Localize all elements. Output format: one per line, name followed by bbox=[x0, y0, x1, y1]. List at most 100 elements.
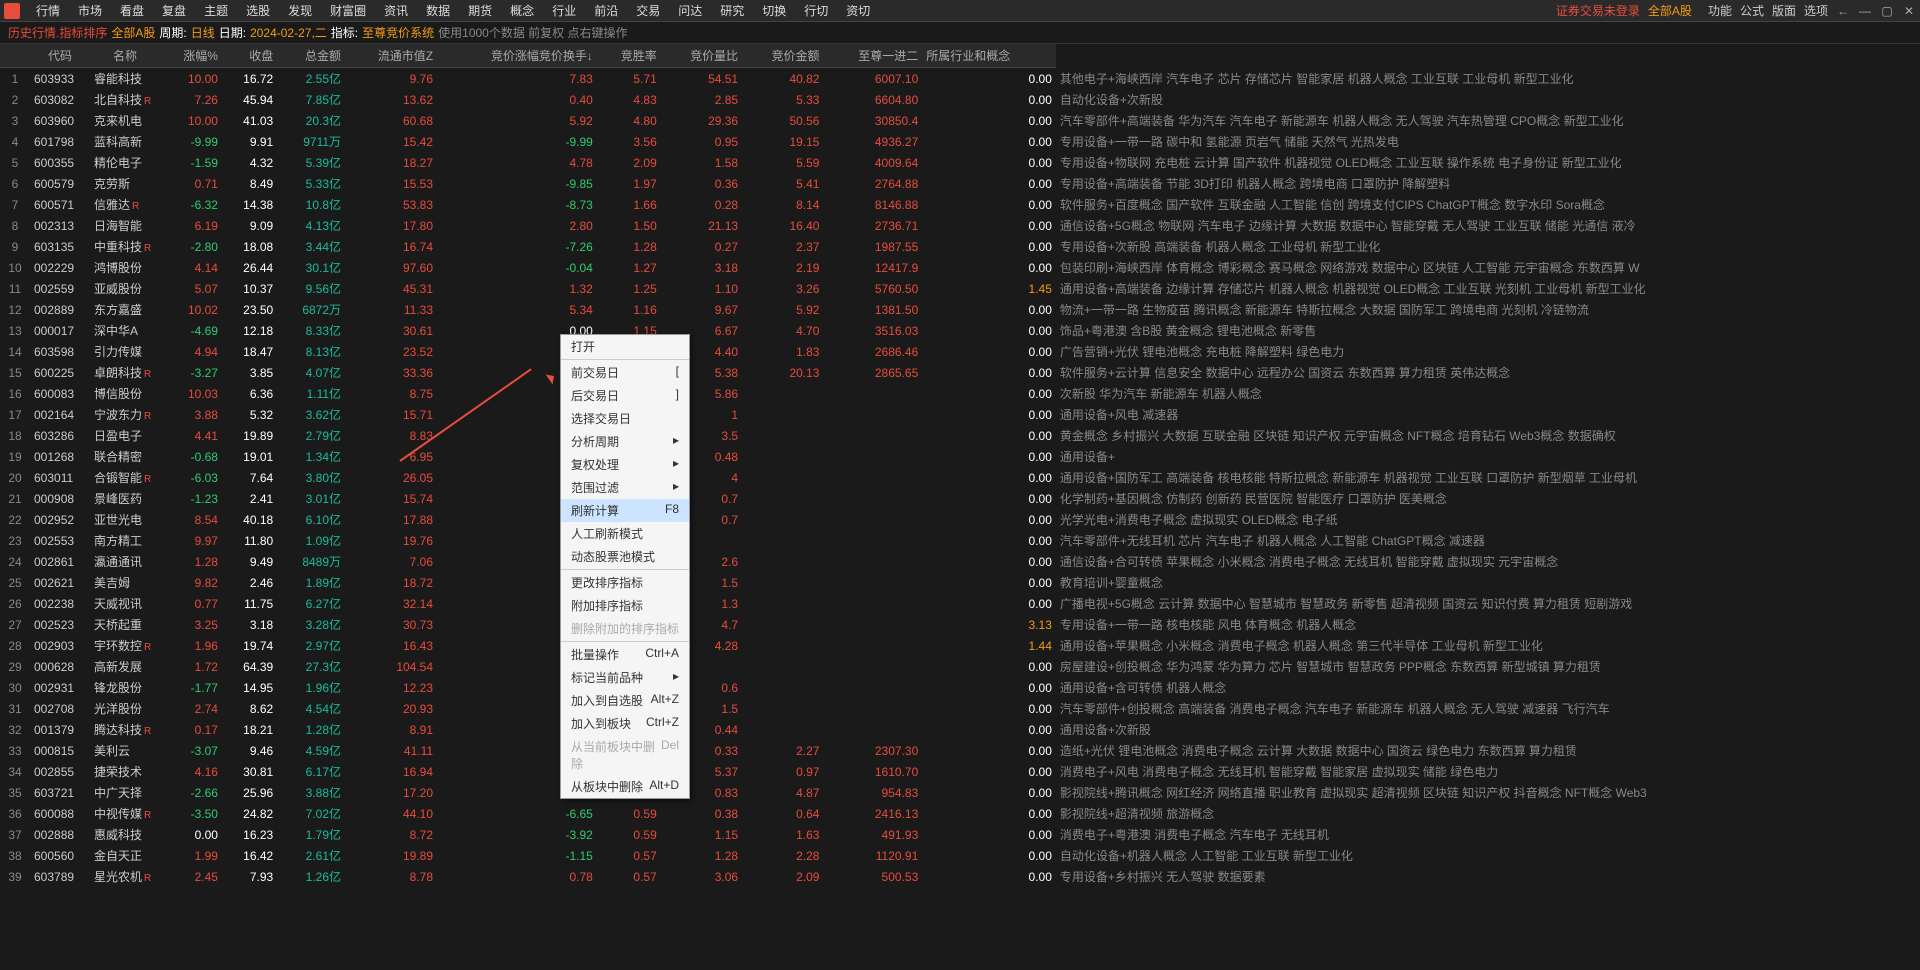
menu-行切[interactable]: 行切 bbox=[796, 0, 836, 21]
col-header[interactable]: 竞价量比 bbox=[661, 44, 742, 68]
tool-版面[interactable]: 版面 bbox=[1772, 4, 1796, 18]
col-header[interactable]: 所属行业和概念 bbox=[922, 44, 1056, 68]
menu-资讯[interactable]: 资讯 bbox=[376, 0, 416, 21]
table-row[interactable]: 23002553南方精工9.9711.801.09亿19.766.150.760… bbox=[0, 530, 1920, 551]
ctx-fav[interactable]: 加入到自选股Alt+Z bbox=[561, 689, 689, 712]
ctx-next-day[interactable]: 后交易日] bbox=[561, 384, 689, 407]
menu-资切[interactable]: 资切 bbox=[838, 0, 878, 21]
menu-前沿[interactable]: 前沿 bbox=[586, 0, 626, 21]
table-row[interactable]: 22002952亚世光电8.5440.186.10亿17.88-2.190.78… bbox=[0, 509, 1920, 530]
table-row[interactable]: 37002888惠威科技0.0016.231.79亿8.72-3.920.591… bbox=[0, 824, 1920, 845]
table-row[interactable]: 3603960克来机电10.0041.0320.3亿60.685.924.802… bbox=[0, 110, 1920, 131]
menu-切换[interactable]: 切换 bbox=[754, 0, 794, 21]
col-header[interactable]: 竞胜率 bbox=[597, 44, 661, 68]
table-row[interactable]: 29000628高新发展1.7264.3927.3亿104.54-2.840.6… bbox=[0, 656, 1920, 677]
table-row[interactable]: 7600571信雅达R-6.3214.3810.8亿53.83-8.731.66… bbox=[0, 194, 1920, 215]
col-header[interactable] bbox=[0, 44, 30, 68]
menu-数据[interactable]: 数据 bbox=[418, 0, 458, 21]
menu-期货[interactable]: 期货 bbox=[460, 0, 500, 21]
ctx-block[interactable]: 加入到板块Ctrl+Z bbox=[561, 712, 689, 735]
back-icon[interactable]: ← bbox=[1836, 4, 1850, 18]
menu-市场[interactable]: 市场 bbox=[70, 0, 110, 21]
menu-问达[interactable]: 问达 bbox=[670, 0, 710, 21]
close-icon[interactable]: ✕ bbox=[1902, 4, 1916, 18]
table-row[interactable]: 33000815美利云-3.079.464.59亿41.11-6.150.600… bbox=[0, 740, 1920, 761]
menu-发现[interactable]: 发现 bbox=[280, 0, 320, 21]
ctx-refresh[interactable]: 刷新计算F8 bbox=[561, 499, 689, 522]
minimize-icon[interactable]: — bbox=[1858, 4, 1872, 18]
info-bar: 历史行情.指标排序 全部A股 周期:日线 日期:2024-02-27,二 指标:… bbox=[0, 22, 1920, 44]
ctx-pool-mode[interactable]: 动态股票池模式 bbox=[561, 545, 689, 568]
menu-选股[interactable]: 选股 bbox=[238, 0, 278, 21]
table-row[interactable]: 39603789星光农机R2.457.931.26亿8.780.780.573.… bbox=[0, 866, 1920, 887]
menu-行情[interactable]: 行情 bbox=[28, 0, 68, 21]
table-row[interactable]: 28002903宇环数控R1.9619.742.97亿16.432.010.65… bbox=[0, 635, 1920, 656]
table-row[interactable]: 2603082北自科技R7.2645.947.85亿13.620.404.832… bbox=[0, 89, 1920, 110]
menu-主题[interactable]: 主题 bbox=[196, 0, 236, 21]
table-row[interactable]: 4601798蓝科高新-9.999.919711万15.42-9.993.560… bbox=[0, 131, 1920, 152]
table-row[interactable]: 24002861瀛通通讯1.289.498489万7.06-1.490.742.… bbox=[0, 551, 1920, 572]
table-row[interactable]: 38600560金自天正1.9916.422.61亿19.89-1.150.57… bbox=[0, 845, 1920, 866]
table-row[interactable]: 21000908景峰医药-1.232.413.01亿15.744.920.840… bbox=[0, 488, 1920, 509]
menu-财富圈[interactable]: 财富圈 bbox=[322, 0, 374, 21]
table-row[interactable]: 31002708光洋股份2.748.624.54亿20.93-4.650.601… bbox=[0, 698, 1920, 719]
table-row[interactable]: 30002931锋龙股份-1.7714.951.96亿12.23-4.730.6… bbox=[0, 677, 1920, 698]
ctx-change-index[interactable]: 更改排序指标 bbox=[561, 571, 689, 594]
table-row[interactable]: 6600579克劳斯0.718.495.33亿15.53-9.851.970.3… bbox=[0, 173, 1920, 194]
col-header[interactable]: 至尊一进二 bbox=[823, 44, 922, 68]
menu-概念[interactable]: 概念 bbox=[502, 0, 542, 21]
col-header[interactable]: 竞价涨幅竞价换手↓ bbox=[437, 44, 597, 68]
table-row[interactable]: 15600225卓朗科技R-3.273.854.07亿33.365.281.10… bbox=[0, 362, 1920, 383]
ctx-add-index[interactable]: 附加排序指标 bbox=[561, 594, 689, 617]
menu-行业[interactable]: 行业 bbox=[544, 0, 584, 21]
table-row[interactable]: 8002313日海智能6.199.094.13亿17.802.801.5021.… bbox=[0, 215, 1920, 236]
table-row[interactable]: 32001379腾达科技R0.1718.211.28亿8.91-1.100.60… bbox=[0, 719, 1920, 740]
ctx-adjust[interactable]: 复权处理▸ bbox=[561, 453, 689, 476]
menu-交易[interactable]: 交易 bbox=[628, 0, 668, 21]
table-row[interactable]: 16600083博信股份10.036.361.11亿8.75-0.521.075… bbox=[0, 383, 1920, 404]
ctx-choose-day[interactable]: 选择交易日 bbox=[561, 407, 689, 430]
ctx-ai-refresh[interactable]: 人工刷新模式 bbox=[561, 522, 689, 545]
col-header[interactable]: 代码 bbox=[30, 44, 90, 68]
scope-label: 全部A股 bbox=[1648, 2, 1692, 19]
col-header[interactable]: 流通市值Z bbox=[345, 44, 437, 68]
table-row[interactable]: 34002855捷荣技术4.1630.816.17亿16.943.480.595… bbox=[0, 761, 1920, 782]
tool-功能[interactable]: 功能 bbox=[1708, 4, 1732, 18]
table-row[interactable]: 18603286日盈电子4.4119.892.79亿8.832.360.983.… bbox=[0, 425, 1920, 446]
table-row[interactable]: 11002559亚威股份5.0710.379.56亿45.311.321.251… bbox=[0, 278, 1920, 299]
menu-研究[interactable]: 研究 bbox=[712, 0, 752, 21]
ctx-mark[interactable]: 标记当前品种▸ bbox=[561, 666, 689, 689]
table-row[interactable]: 1603933睿能科技10.0016.722.55亿9.767.835.7154… bbox=[0, 68, 1920, 90]
maximize-icon[interactable]: ▢ bbox=[1880, 4, 1894, 18]
ctx-prev-day[interactable]: 前交易日[ bbox=[561, 361, 689, 384]
col-header[interactable]: 涨幅% bbox=[160, 44, 222, 68]
table-row[interactable]: 9603135中重科技R-2.8018.083.44亿16.74-7.261.2… bbox=[0, 236, 1920, 257]
table-row[interactable]: 10002229鸿博股份4.1426.4430.1亿97.60-0.041.27… bbox=[0, 257, 1920, 278]
context-menu: 打开 前交易日[ 后交易日] 选择交易日 分析周期▸ 复权处理▸ 范围过滤▸ 刷… bbox=[560, 334, 690, 799]
tool-选项[interactable]: 选项 bbox=[1804, 4, 1828, 18]
table-row[interactable]: 36600088中视传媒R-3.5024.827.02亿44.10-6.650.… bbox=[0, 803, 1920, 824]
table-row[interactable]: 12002889东方嘉盛10.0223.506872万11.335.341.16… bbox=[0, 299, 1920, 320]
table-row[interactable]: 19001268联合精密-0.6819.011.34亿6.95-0.990.89… bbox=[0, 446, 1920, 467]
ctx-filter[interactable]: 范围过滤▸ bbox=[561, 476, 689, 499]
tool-公式[interactable]: 公式 bbox=[1740, 4, 1764, 18]
table-row[interactable]: 13000017深中华A-4.6912.188.33亿30.610.001.15… bbox=[0, 320, 1920, 341]
table-row[interactable]: 27002523天桥起重3.253.183.28亿30.732.920.654.… bbox=[0, 614, 1920, 635]
menu-看盘[interactable]: 看盘 bbox=[112, 0, 152, 21]
table-row[interactable]: 26002238天威视讯0.7711.756.27亿32.142.740.681… bbox=[0, 593, 1920, 614]
ctx-del-block[interactable]: 从板块中删除Alt+D bbox=[561, 775, 689, 798]
table-row[interactable]: 20603011合锻智能R-6.037.643.80亿26.053.690.85… bbox=[0, 467, 1920, 488]
table-row[interactable]: 17002164宁波东力R3.885.323.62亿15.713.111.061… bbox=[0, 404, 1920, 425]
ctx-batch[interactable]: 批量操作Ctrl+A bbox=[561, 643, 689, 666]
ctx-period[interactable]: 分析周期▸ bbox=[561, 430, 689, 453]
table-row[interactable]: 35603721中广天择-2.6625.963.88亿17.20-5.510.5… bbox=[0, 782, 1920, 803]
col-header[interactable]: 竞价金额 bbox=[742, 44, 823, 68]
table-row[interactable]: 25002621美吉姆9.822.461.89亿18.720.000.721.5… bbox=[0, 572, 1920, 593]
col-header[interactable]: 总金额 bbox=[277, 44, 345, 68]
table-row[interactable]: 14603598引力传媒4.9418.478.13亿23.520.001.144… bbox=[0, 341, 1920, 362]
ctx-open[interactable]: 打开 bbox=[561, 335, 689, 358]
col-header[interactable]: 名称 bbox=[90, 44, 160, 68]
col-header[interactable]: 收盘 bbox=[222, 44, 277, 68]
menu-复盘[interactable]: 复盘 bbox=[154, 0, 194, 21]
table-row[interactable]: 5600355精伦电子-1.594.325.39亿18.274.782.091.… bbox=[0, 152, 1920, 173]
